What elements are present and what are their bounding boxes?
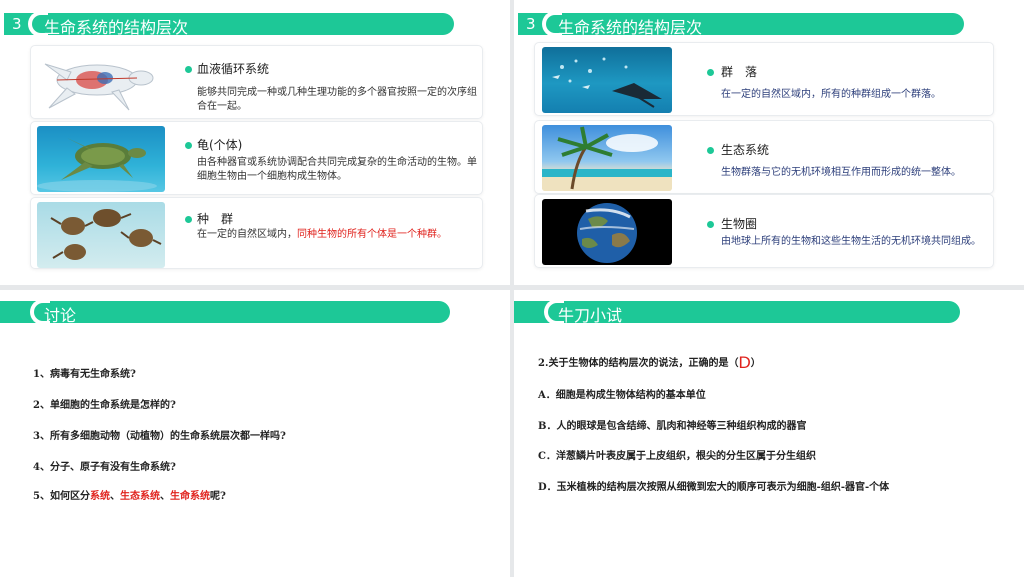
card-community: 群 落 在一定的自然区域内，所有的种群组成一个群落。: [534, 42, 994, 116]
bullet-icon: [707, 147, 714, 154]
header-bar: 讨论: [0, 299, 450, 325]
header-bar: 3 生命系统的结构层次: [4, 11, 454, 37]
separator: 、: [159, 491, 170, 502]
section-number: 3: [12, 15, 22, 33]
option-b: B．人的眼球是包含结缔、肌肉和神经等三种组织构成的器官: [538, 421, 807, 432]
slide-title: 生命系统的结构层次: [558, 18, 703, 37]
question-item: 4、分子、原子有没有生命系统?: [33, 462, 176, 473]
turtle-anatomy-image: [37, 50, 165, 116]
slide-discussion: 讨论 1、病毒有无生命系统? 2、单细胞的生命系统是怎样的? 3、所有多细胞动物…: [0, 290, 510, 577]
ocean-community-image: [542, 47, 672, 113]
header-bar: 3 生命系统的结构层次: [518, 11, 964, 37]
card-description: 生物群落与它的无机环境相互作用而形成的统一整体。: [721, 167, 961, 178]
card-ecosystem: 生态系统 生物群落与它的无机环境相互作用而形成的统一整体。: [534, 120, 994, 194]
slide-structure-levels-1: 3 生命系统的结构层次 血液循环系统 能够共同完成一种或几种生理功能的多个器官按…: [0, 0, 510, 285]
header-bar: 牛刀小试: [514, 299, 960, 325]
slide-quiz: 牛刀小试 2.关于生物体的结构层次的说法，正确的是（D） A．细胞是构成生物体结…: [514, 290, 1024, 577]
highlight-term: 系统: [89, 491, 110, 502]
question-text: 5、如何区分: [33, 491, 90, 502]
card-title: 群 落: [721, 65, 758, 79]
earth-image: [542, 199, 672, 265]
bullet-icon: [185, 216, 192, 223]
bullet-icon: [185, 66, 192, 73]
card-description: 由各种器官或系统协调配合共同完成复杂的生命活动的生物。单细胞生物由一个细胞构成生…: [197, 157, 477, 182]
highlight-term: 生命系统: [169, 491, 210, 502]
question-item: 2、单细胞的生命系统是怎样的?: [33, 400, 176, 411]
turtle-group-image: [37, 202, 165, 268]
sea-turtle-image: [37, 126, 165, 192]
option-d: D．玉米植株的结构层次按照从细微到宏大的顺序可表示为细胞-组织-器官-个体: [538, 482, 890, 493]
bullet-icon: [707, 221, 714, 228]
card-description: 在一定的自然区域内，所有的种群组成一个群落。: [721, 89, 941, 100]
description-text: 在一定的自然区域内，: [197, 229, 297, 240]
bullet-icon: [707, 69, 714, 76]
option-a: A．细胞是构成生物体结构的基本单位: [538, 390, 706, 401]
question-item: 3、所有多细胞动物（动植物）的生命系统层次都一样吗?: [33, 431, 286, 442]
question-text: ）: [750, 358, 761, 369]
card-title: 血液循环系统: [197, 62, 270, 76]
question-item: 1、病毒有无生命系统?: [33, 369, 136, 380]
separator: 、: [109, 491, 120, 502]
card-description: 由地球上所有的生物和这些生物生活的无机环境共同组成。: [721, 236, 981, 247]
card-description: 在一定的自然区域内，同种生物的所有个体是一个种群。: [197, 228, 477, 242]
slide-title: 生命系统的结构层次: [44, 18, 189, 37]
slide-title: 牛刀小试: [558, 306, 623, 325]
slide-structure-levels-2: 3 生命系统的结构层次 群 落 在一定的自然区域内，所有的种群组成一个群落。 生…: [514, 0, 1024, 285]
card-turtle-individual: 龟(个体) 由各种器官或系统协调配合共同完成复杂的生命活动的生物。单细胞生物由一…: [30, 121, 483, 195]
answer-mark: D: [738, 353, 751, 372]
card-biosphere: 生物圈 由地球上所有的生物和这些生物生活的无机环境共同组成。: [534, 194, 994, 268]
card-title: 生物圈: [721, 217, 758, 231]
card-title: 生态系统: [721, 143, 770, 157]
question-text: 2.关于生物体的结构层次的说法，正确的是（: [538, 358, 739, 369]
option-c: C．洋葱鳞片叶表皮属于上皮组织，根尖的分生区属于分生组织: [538, 451, 816, 462]
card-circulatory-system: 血液循环系统 能够共同完成一种或几种生理功能的多个器官按照一定的次序组合在一起。: [30, 45, 483, 119]
question-text: 呢?: [209, 491, 226, 502]
quiz-question: 2.关于生物体的结构层次的说法，正确的是（D）: [538, 353, 761, 372]
beach-palm-image: [542, 125, 672, 191]
card-population: 种 群 在一定的自然区域内，同种生物的所有个体是一个种群。: [30, 197, 483, 269]
slide-title: 讨论: [44, 306, 77, 325]
question-item: 5、如何区分系统、生态系统、生命系统呢?: [33, 487, 226, 502]
bullet-icon: [185, 142, 192, 149]
card-description: 能够共同完成一种或几种生理功能的多个器官按照一定的次序组合在一起。: [197, 87, 477, 112]
card-title: 种 群: [197, 212, 234, 226]
highlight-term: 生态系统: [119, 491, 160, 502]
highlighted-text: 同种生物的所有个体是一个种群。: [297, 229, 447, 240]
section-number: 3: [526, 15, 536, 33]
card-title: 龟(个体): [197, 138, 243, 152]
